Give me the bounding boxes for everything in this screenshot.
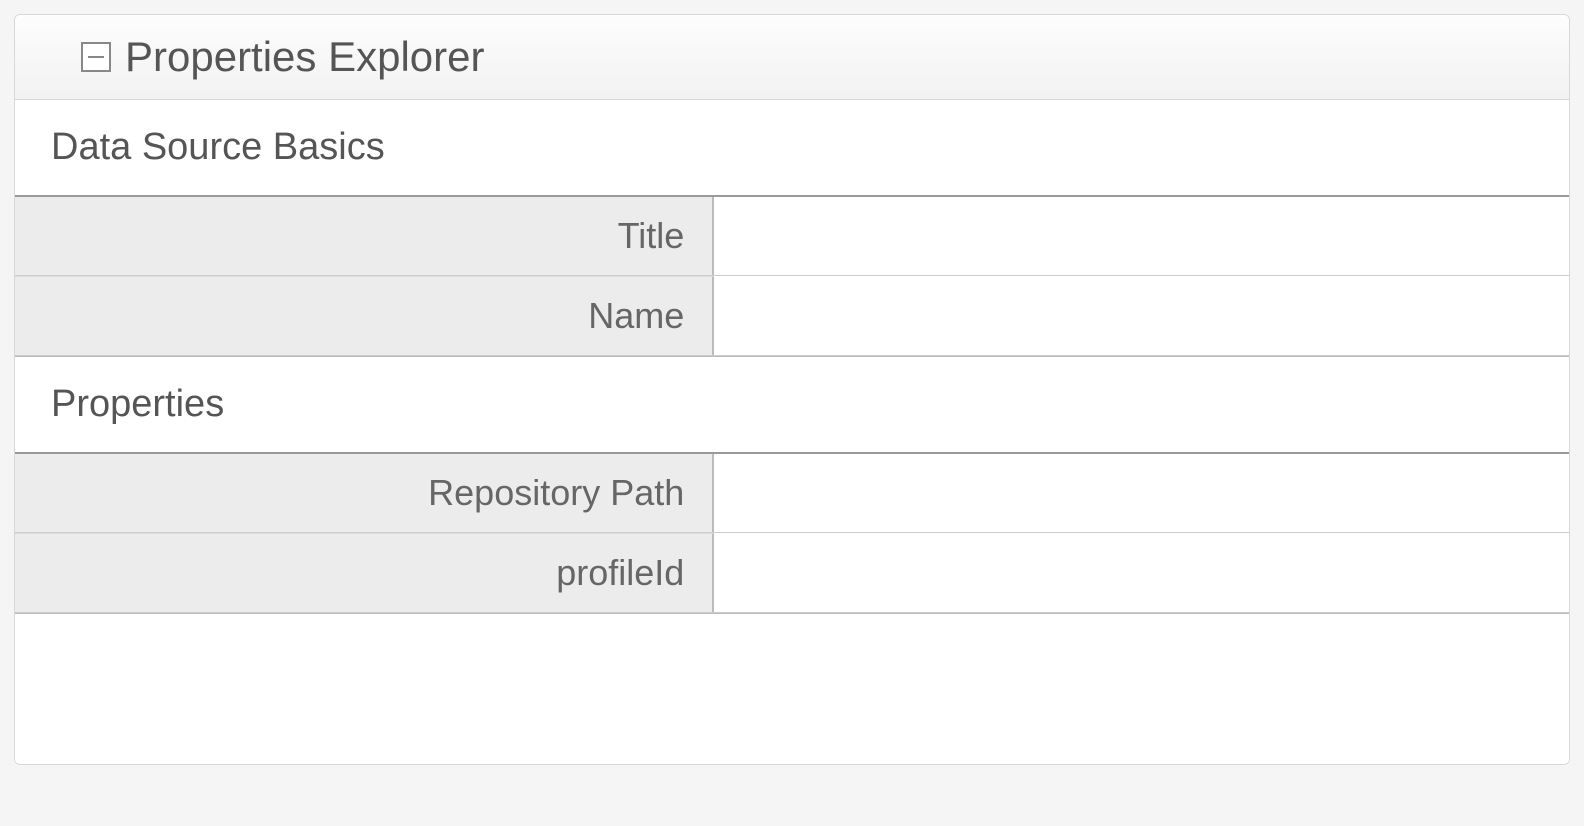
collapse-icon[interactable] [81, 42, 111, 72]
label-profile-id: profileId [15, 533, 714, 612]
row-repository-path: Repository Path [15, 454, 1569, 533]
row-profile-id: profileId [15, 533, 1569, 613]
value-title[interactable] [714, 197, 1569, 275]
label-name: Name [15, 276, 714, 355]
label-title: Title [15, 197, 714, 275]
panel-footer-space [15, 614, 1569, 764]
row-name: Name [15, 276, 1569, 356]
label-repository-path: Repository Path [15, 454, 714, 532]
panel-header: Properties Explorer [15, 15, 1569, 100]
section-basics: Title Name [15, 197, 1569, 357]
section-heading-properties: Properties [15, 357, 1569, 454]
row-title: Title [15, 197, 1569, 276]
panel-title: Properties Explorer [125, 33, 484, 81]
value-repository-path[interactable] [714, 454, 1569, 532]
value-name[interactable] [714, 276, 1569, 355]
value-profile-id[interactable] [714, 533, 1569, 612]
section-properties: Repository Path profileId [15, 454, 1569, 614]
section-heading-basics: Data Source Basics [15, 100, 1569, 197]
properties-explorer-panel: Properties Explorer Data Source Basics T… [14, 14, 1570, 765]
